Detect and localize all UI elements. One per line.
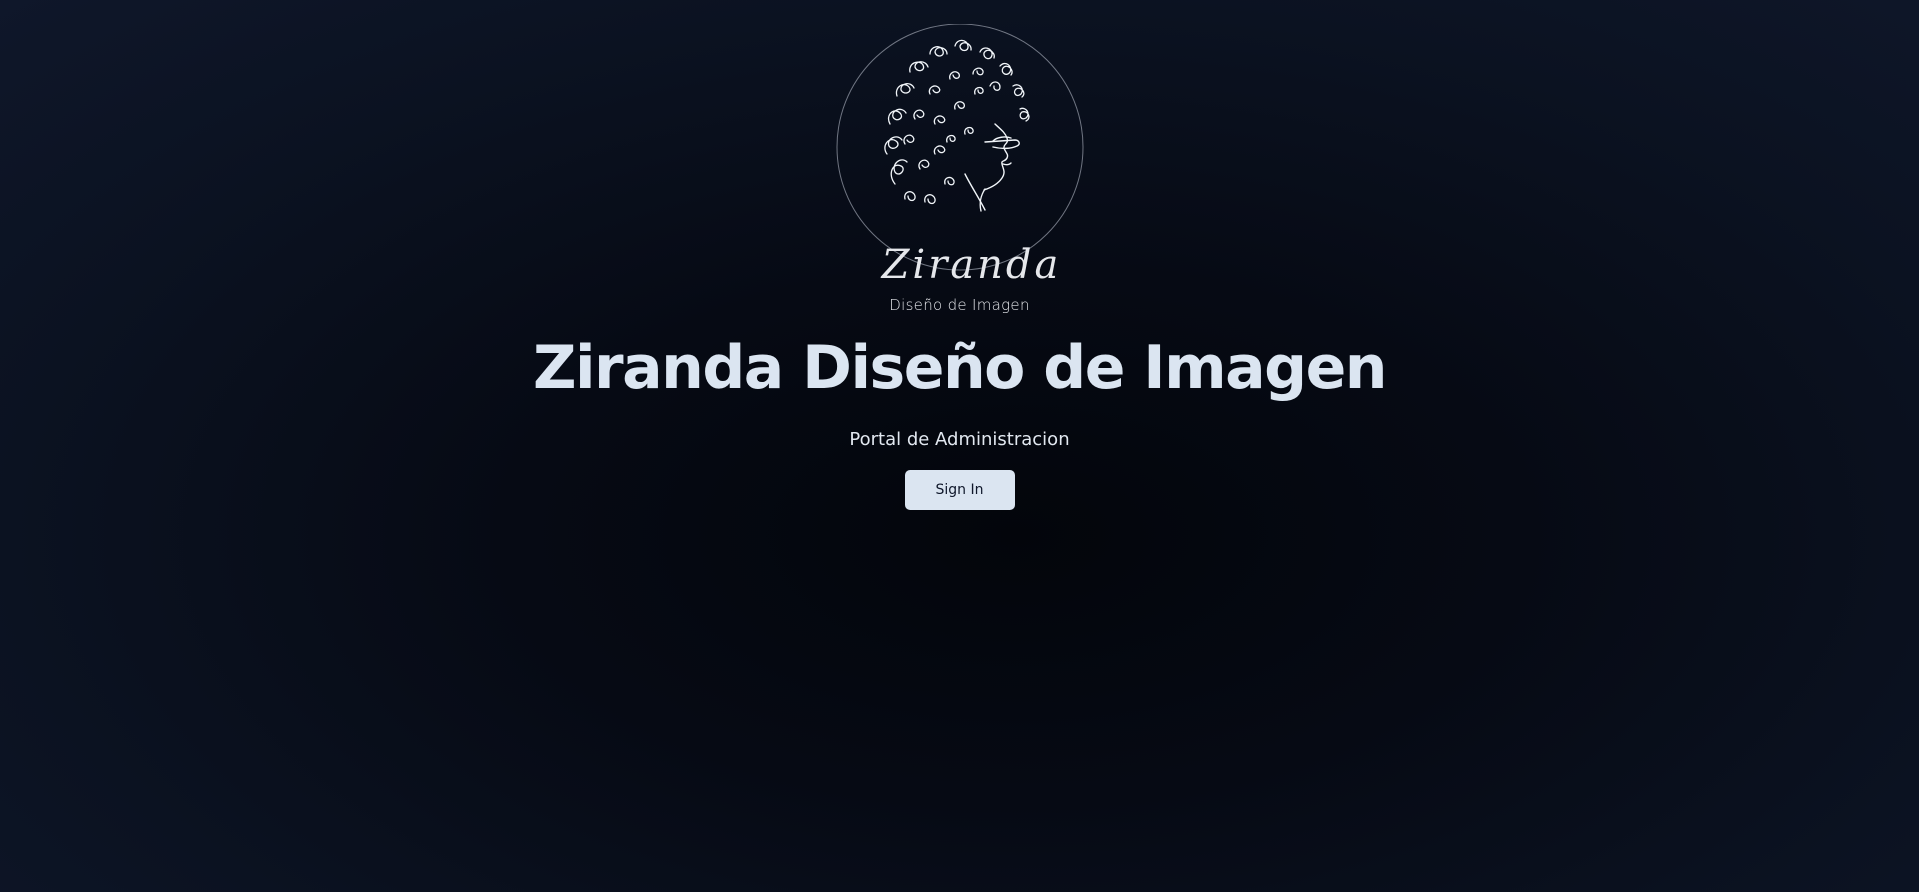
logo-script-text: Ziranda xyxy=(881,242,1062,288)
page-title: Ziranda Diseño de Imagen xyxy=(532,333,1388,403)
brand-logo: Ziranda Diseño de Imagen xyxy=(835,24,1085,320)
sign-in-button[interactable]: Sign In xyxy=(904,470,1015,510)
page-subtitle: Portal de Administracion xyxy=(849,429,1070,450)
logo-subtitle-text: Diseño de Imagen xyxy=(889,296,1030,314)
hero-section: Ziranda Diseño de Imagen Ziranda Diseño … xyxy=(0,0,1919,510)
